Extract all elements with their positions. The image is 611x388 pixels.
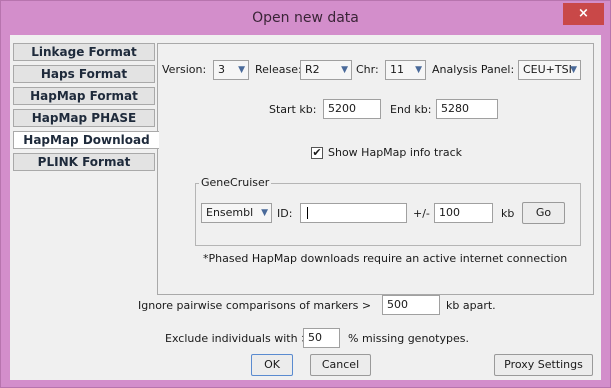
dialog-body: Linkage Format Haps Format HapMap Format… <box>10 35 601 380</box>
ok-button[interactable]: OK <box>251 354 293 376</box>
proxy-settings-button[interactable]: Proxy Settings <box>494 354 593 376</box>
title-bar[interactable]: Open new data × <box>1 1 610 35</box>
chevron-down-icon: ▼ <box>341 65 348 75</box>
analysis-panel-value: CEU+TSI <box>523 63 572 76</box>
release-label: Release: <box>255 63 302 76</box>
range-kb-field[interactable]: 100 <box>434 203 493 223</box>
gene-source-select[interactable]: Ensembl ▼ <box>201 203 272 223</box>
chevron-down-icon: ▼ <box>570 65 577 75</box>
chr-value: 11 <box>390 63 404 76</box>
tab-hapmap-download[interactable]: HapMap Download <box>13 131 159 149</box>
gene-id-label: ID: <box>277 207 293 220</box>
genecruiser-title: GeneCruiser <box>199 176 272 189</box>
start-kb-field[interactable]: 5200 <box>323 99 381 119</box>
kb-apart-label: kb apart. <box>446 299 496 312</box>
gene-source-value: Ensembl <box>206 206 254 219</box>
end-kb-field[interactable]: 5280 <box>436 99 498 119</box>
gene-id-field[interactable] <box>300 203 407 223</box>
chevron-down-icon: ▼ <box>261 208 268 218</box>
dialog-window: Open new data × Linkage Format Haps Form… <box>0 0 611 388</box>
max-distance-field[interactable]: 500 <box>382 295 440 315</box>
tab-plink-format[interactable]: PLINK Format <box>13 153 155 171</box>
version-value: 3 <box>218 63 225 76</box>
start-kb-label: Start kb: <box>269 103 317 116</box>
missing-percent-field[interactable]: 50 <box>303 328 340 348</box>
text-cursor <box>307 207 308 219</box>
range-kb-label: kb <box>501 207 515 220</box>
go-button[interactable]: Go <box>522 202 565 224</box>
info-track-checkbox[interactable]: ✔ <box>311 147 323 159</box>
info-track-label: Show HapMap info track <box>328 146 463 159</box>
tab-linkage-format[interactable]: Linkage Format <box>13 43 155 61</box>
exclude-individuals-label: Exclude individuals with > <box>165 332 311 345</box>
checkmark-icon: ✔ <box>312 146 322 159</box>
release-value: R2 <box>305 63 320 76</box>
plusminus-label: +/- <box>413 207 430 220</box>
tab-hapmap-format[interactable]: HapMap Format <box>13 87 155 105</box>
chr-label: Chr: <box>356 63 379 76</box>
end-kb-label: End kb: <box>390 103 432 116</box>
chevron-down-icon: ▼ <box>415 65 422 75</box>
close-icon: × <box>578 6 589 21</box>
ignore-comparisons-label: Ignore pairwise comparisons of markers > <box>138 299 372 312</box>
version-select[interactable]: 3 ▼ <box>213 60 249 80</box>
chr-select[interactable]: 11 ▼ <box>385 60 426 80</box>
tab-haps-format[interactable]: Haps Format <box>13 65 155 83</box>
chevron-down-icon: ▼ <box>238 65 245 75</box>
analysis-panel-select[interactable]: CEU+TSI ▼ <box>518 60 581 80</box>
close-button[interactable]: × <box>563 3 604 25</box>
analysis-panel-label: Analysis Panel: <box>432 63 515 76</box>
release-select[interactable]: R2 ▼ <box>300 60 352 80</box>
internet-note: *Phased HapMap downloads require an acti… <box>203 252 568 265</box>
missing-genotypes-label: % missing genotypes. <box>348 332 469 345</box>
tab-hapmap-phase[interactable]: HapMap PHASE <box>13 109 155 127</box>
version-label: Version: <box>162 63 207 76</box>
window-title: Open new data <box>252 10 359 26</box>
cancel-button[interactable]: Cancel <box>310 354 371 376</box>
